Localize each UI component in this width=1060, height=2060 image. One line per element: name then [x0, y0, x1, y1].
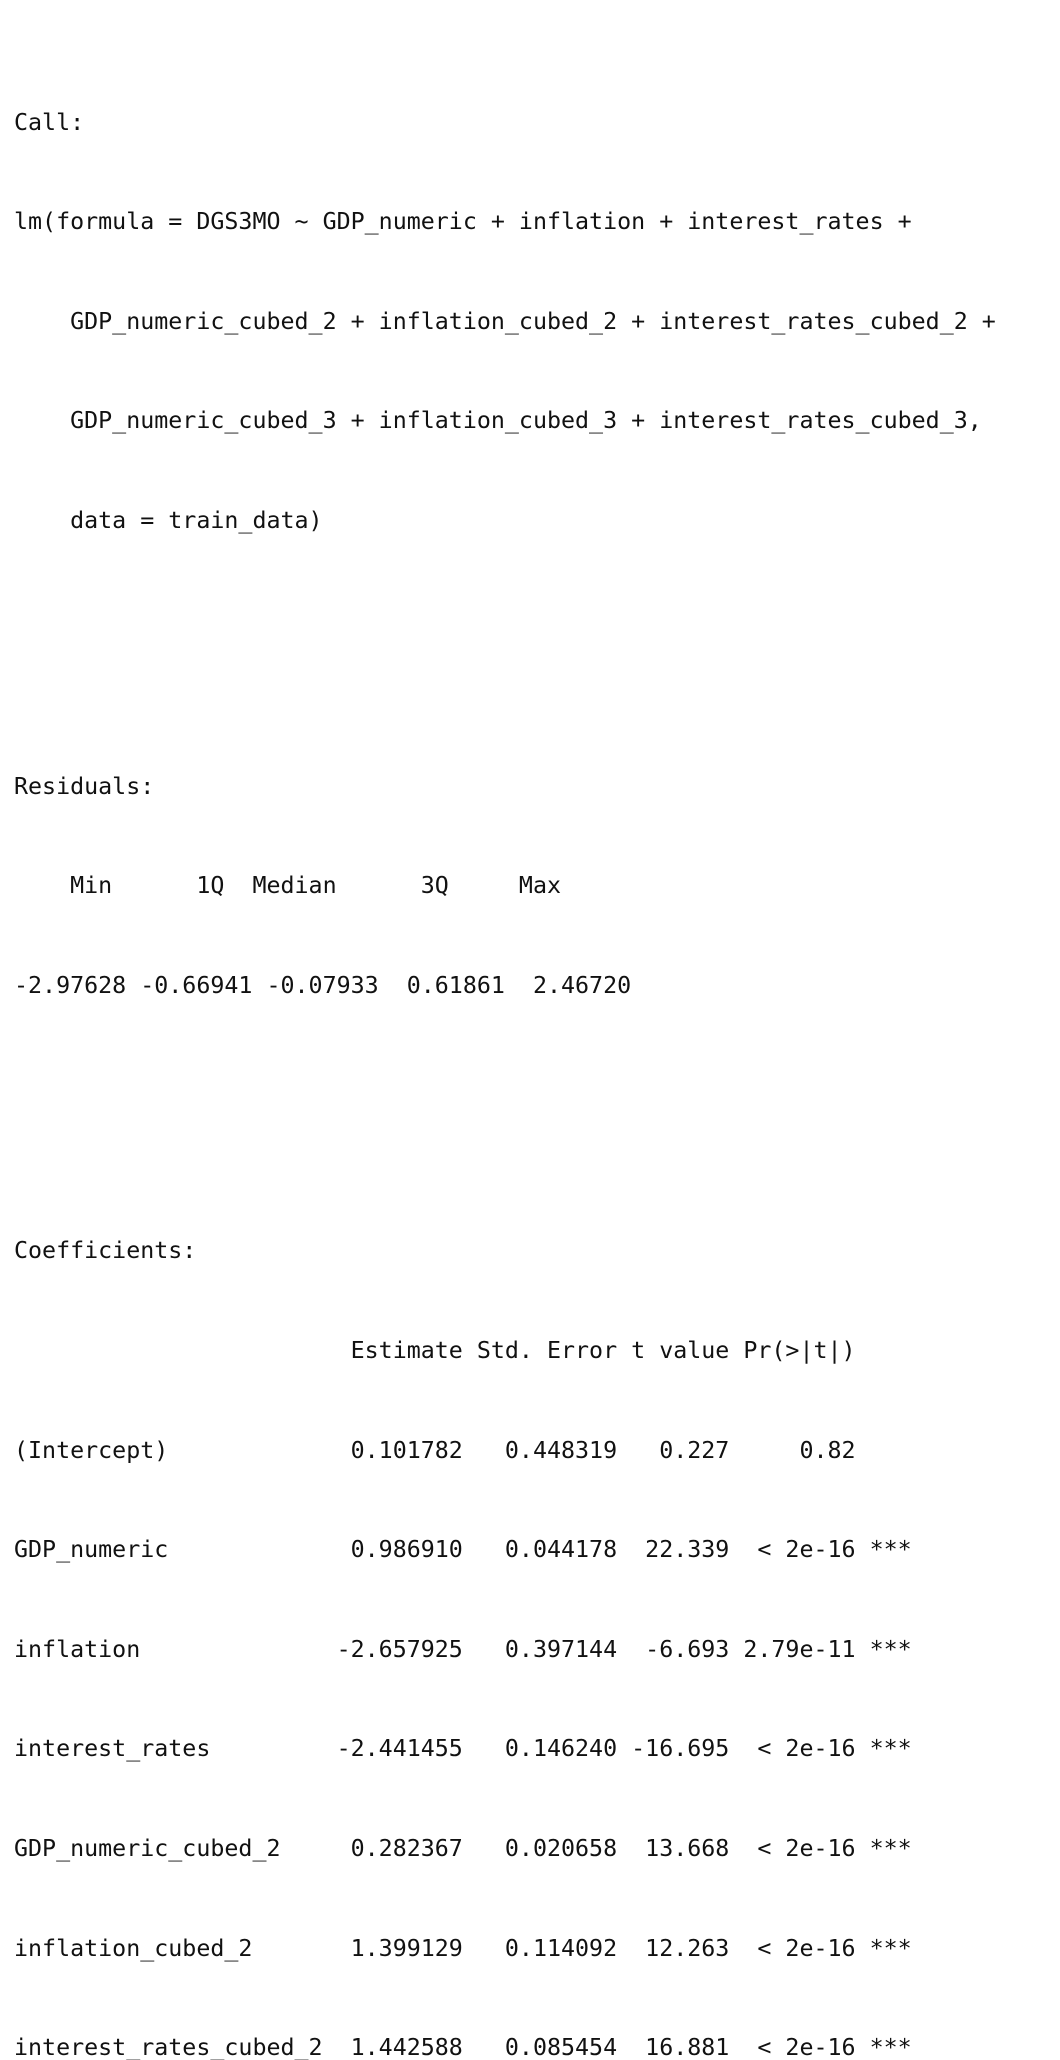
coefficient-row-interest-rates-cubed-2: interest_rates_cubed_2 1.442588 0.085454… [14, 2034, 912, 2060]
coefficient-row-intercept: (Intercept) 0.101782 0.448319 0.227 0.82 [14, 1436, 912, 1464]
call-formula-line-3: GDP_numeric_cubed_3 + inflation_cubed_3 … [14, 407, 996, 435]
coefficient-row-inflation: inflation -2.657925 0.397144 -6.693 2.79… [14, 1635, 912, 1663]
blank-line-2 [14, 1102, 1054, 1135]
call-formula-line-1: lm(formula = DGS3MO ~ GDP_numeric + infl… [14, 208, 926, 236]
r-console-output: Call: lm(formula = DGS3MO ~ GDP_numeric … [14, 6, 1054, 2060]
residuals-header-row: Min 1Q Median 3Q Max [14, 872, 576, 900]
call-data-line: data = train_data) [14, 506, 323, 534]
call-formula-line-2: GDP_numeric_cubed_2 + inflation_cubed_2 … [14, 307, 1010, 335]
call-label: Call: [14, 108, 85, 136]
coefficient-row-gdp-numeric: GDP_numeric 0.986910 0.044178 22.339 < 2… [14, 1536, 912, 1564]
coefficient-row-gdp-numeric-cubed-2: GDP_numeric_cubed_2 0.282367 0.020658 13… [14, 1834, 912, 1862]
residuals-values-row: -2.97628 -0.66941 -0.07933 0.61861 2.467… [14, 971, 646, 999]
blank-line-1 [14, 637, 1054, 670]
coefficients-header-row: Estimate Std. Error t value Pr(>|t|) [14, 1336, 912, 1364]
coefficient-row-inflation-cubed-2: inflation_cubed_2 1.399129 0.114092 12.2… [14, 1934, 912, 1962]
residuals-label: Residuals: [14, 772, 155, 800]
coefficient-row-interest-rates: interest_rates -2.441455 0.146240 -16.69… [14, 1735, 912, 1763]
coefficients-label: Coefficients: [14, 1237, 197, 1265]
